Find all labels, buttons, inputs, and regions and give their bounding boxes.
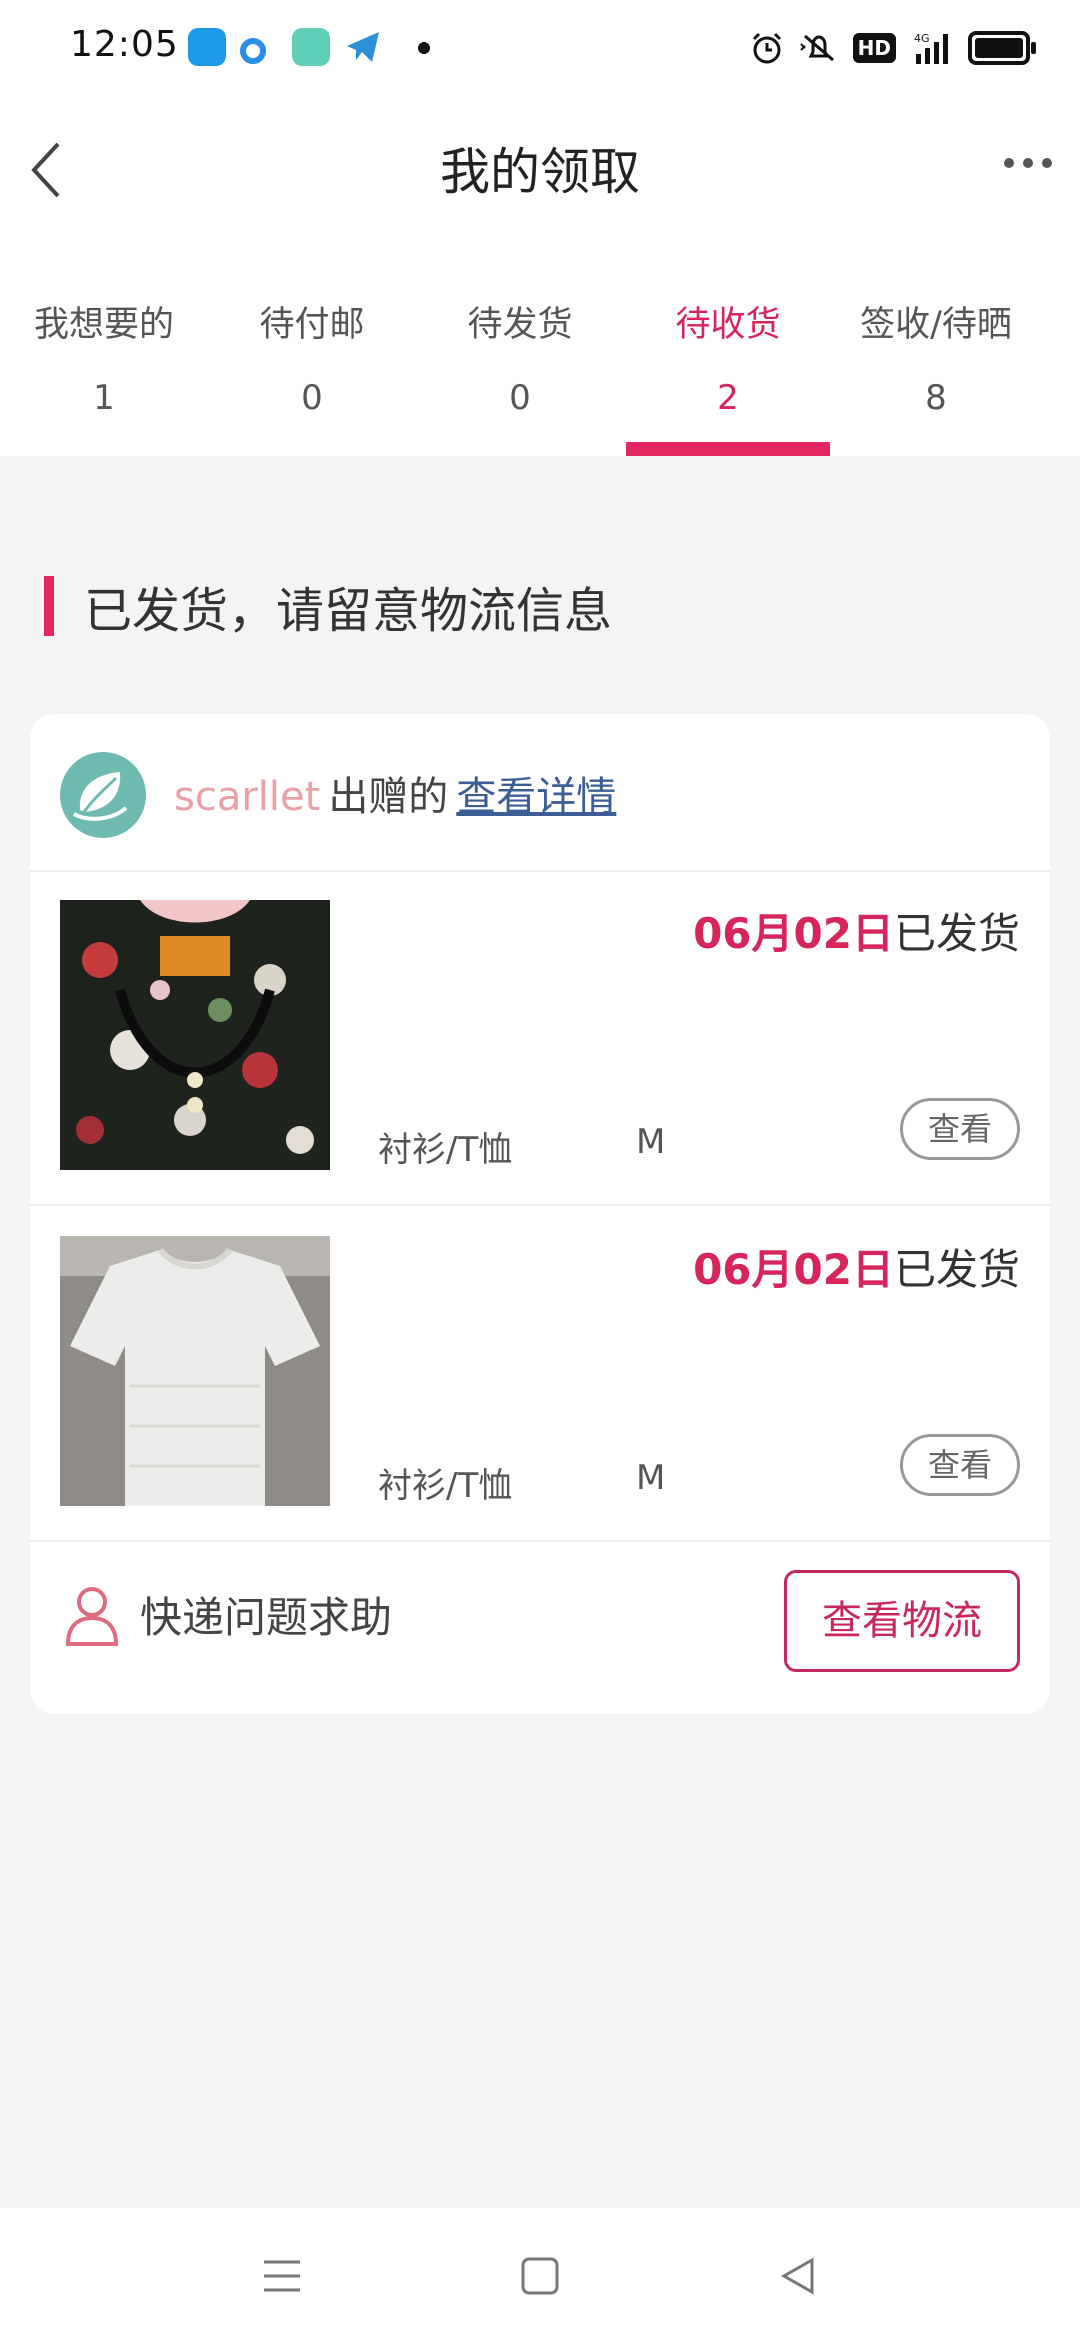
tab-bar: 我想要的 1 待付邮 0 待发货 0 待收货 2 签收/待晒 8 [0,290,1080,456]
browser-icon [240,38,266,64]
home-icon[interactable] [520,2256,560,2296]
giver-name[interactable]: scarllet [174,774,320,820]
delivery-help-link[interactable]: 快递问题求助 [140,1584,392,1645]
tab-label: 签收/待晒 [860,305,1012,345]
white-lace-top-photo[interactable] [60,1236,330,1506]
tab-count: 2 [717,378,739,418]
messenger-icon [292,28,330,66]
notification-dot [418,42,430,54]
view-button[interactable]: 查看 [900,1434,1020,1496]
bilibili-like-icon [188,28,226,66]
telegram-icon [344,28,382,66]
signal-icon: 4G [914,32,948,64]
floral-blouse-photo[interactable] [60,900,330,1170]
ship-status: 06月02日已发货 [693,1236,1020,1297]
tab-pending-postage[interactable]: 待付邮 0 [208,290,416,456]
tab-count: 0 [301,378,323,418]
giver-text: scarllet 出赠的 查看详情 [174,764,616,822]
leaf-avatar-icon[interactable] [60,752,146,838]
detail-link[interactable]: 查看详情 [456,774,616,820]
status-bar: 12:05 HD 4G [0,0,1080,96]
back-icon[interactable] [778,2256,818,2296]
giver-verb: 出赠的 [328,774,449,820]
tab-received[interactable]: 签收/待晒 8 [832,290,1040,456]
tab-label: 待收货 [675,305,781,345]
item-category: 衬衫/T恤 [378,1130,513,1170]
mute-icon [799,34,834,62]
status-time: 12:05 [70,24,179,65]
ship-date: 06月02日 [693,1245,894,1294]
giver-row: scarllet 出赠的 查看详情 [30,714,1050,872]
item-category: 衬衫/T恤 [378,1466,513,1506]
item-size: M [636,1458,666,1498]
system-nav-bar [0,2208,1080,2340]
track-shipment-button[interactable]: 查看物流 [784,1570,1020,1672]
tab-active-indicator [626,442,830,456]
tab-count: 8 [925,378,947,418]
tab-count: 1 [93,378,115,418]
tab-label: 我想要的 [33,305,174,345]
hd-badge: HD [852,33,896,63]
section-marker [44,576,54,636]
tab-label: 待发货 [467,305,573,345]
tab-pending-receipt[interactable]: 待收货 2 [624,290,832,456]
tab-pending-shipment[interactable]: 待发货 0 [416,290,624,456]
page-title: 我的领取 [440,143,640,201]
status-icons: HD 4G [749,26,1036,70]
section-heading: 已发货，请留意物流信息 [44,576,612,639]
ship-status-text: 已发货 [893,909,1020,958]
tab-count: 0 [509,378,531,418]
alarm-icon [752,32,781,64]
menu-icon[interactable] [262,2256,302,2296]
battery-icon [968,31,1036,65]
more-icon[interactable] [1004,158,1052,168]
tab-label: 待付邮 [259,305,365,345]
order-card: scarllet 出赠的 查看详情 06月02日已发货 衬衫/T恤 M 查看 0… [30,714,1050,1714]
section-title: 已发货，请留意物流信息 [84,583,613,639]
tab-want[interactable]: 我想要的 1 [0,290,208,456]
person-icon [65,1587,119,1646]
card-footer: 快递问题求助 查看物流 [30,1540,1050,1714]
svg-text:4G: 4G [914,32,930,45]
order-item: 06月02日已发货 衬衫/T恤 M 查看 [30,1206,1050,1542]
item-size: M [636,1122,666,1162]
top-panel: 12:05 HD 4G 我的领取 我想要的 1 待付邮 0 待发货 0 待收货 … [0,0,1080,456]
ship-status-text: 已发货 [893,1245,1020,1294]
order-item: 06月02日已发货 衬衫/T恤 M 查看 [30,870,1050,1206]
ship-status: 06月02日已发货 [693,900,1020,961]
view-button[interactable]: 查看 [900,1098,1020,1160]
ship-date: 06月02日 [693,909,894,958]
